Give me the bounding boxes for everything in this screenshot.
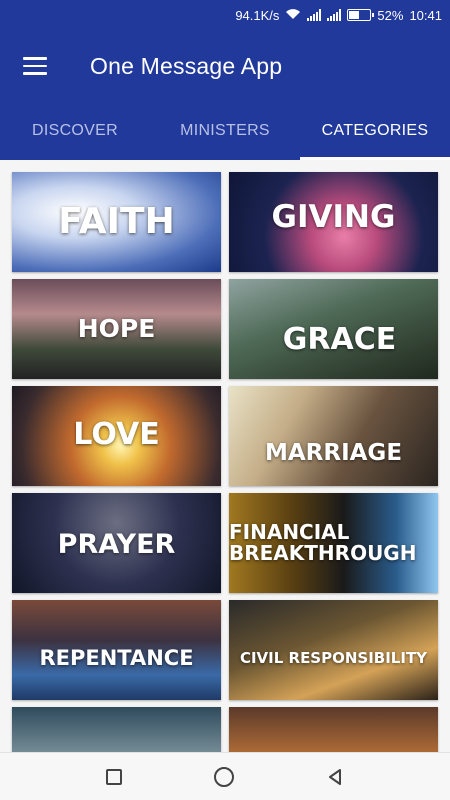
battery-icon: [347, 9, 375, 21]
status-bar: 94.1K/s 52% 10:41: [0, 0, 450, 30]
tab-categories[interactable]: CATEGORIES: [300, 102, 450, 160]
hamburger-menu-icon[interactable]: [23, 57, 47, 75]
category-card-hope[interactable]: HOPE: [12, 279, 221, 379]
battery-fill: [349, 11, 360, 19]
recent-apps-icon[interactable]: [106, 768, 122, 785]
category-label: GRACE: [282, 322, 397, 358]
tab-ministers[interactable]: MINISTERS: [150, 102, 300, 160]
category-card-giving[interactable]: GIVING: [229, 172, 438, 272]
tab-bar: DISCOVER MINISTERS CATEGORIES: [0, 102, 450, 160]
clock: 10:41: [409, 7, 442, 23]
category-grid: FAITH GIVING HOPE GRACE LOVE MARRIAGE PR…: [12, 172, 438, 800]
app-bar: One Message App: [0, 30, 450, 102]
battery-percent: 52%: [377, 7, 404, 23]
category-card-repentance[interactable]: REPENTANCE: [12, 600, 221, 700]
category-card-grace[interactable]: GRACE: [229, 279, 438, 379]
category-label: PRAYER: [57, 528, 176, 560]
category-card-prayer[interactable]: PRAYER: [12, 493, 221, 593]
category-card-civil-responsibility[interactable]: CIVIL RESPONSIBILITY: [229, 600, 438, 700]
app-title: One Message App: [90, 52, 283, 79]
network-speed: 94.1K/s: [235, 7, 280, 23]
tab-discover[interactable]: DISCOVER: [0, 102, 150, 160]
category-label: MARRIAGE: [264, 439, 403, 466]
home-icon[interactable]: [214, 766, 234, 787]
category-label: HOPE: [77, 313, 156, 343]
system-nav-bar: [0, 752, 450, 800]
category-label: REPENTANCE: [39, 645, 194, 670]
category-card-faith[interactable]: FAITH: [12, 172, 221, 272]
wifi-icon: [285, 8, 301, 23]
category-card-marriage[interactable]: MARRIAGE: [229, 386, 438, 486]
category-label: LOVE: [73, 417, 160, 453]
cell-signal-icon: [307, 9, 322, 21]
category-card-financial-breakthrough[interactable]: FINANCIAL BREAKTHROUGH: [229, 493, 438, 593]
category-label: FAITH: [58, 201, 175, 243]
back-icon[interactable]: [326, 768, 344, 786]
category-label: CIVIL RESPONSIBILITY: [239, 649, 428, 668]
cell-signal-2-icon: [327, 9, 342, 21]
category-label: FINANCIAL BREAKTHROUGH: [229, 520, 417, 565]
category-label: GIVING: [271, 198, 396, 235]
category-card-love[interactable]: LOVE: [12, 386, 221, 486]
